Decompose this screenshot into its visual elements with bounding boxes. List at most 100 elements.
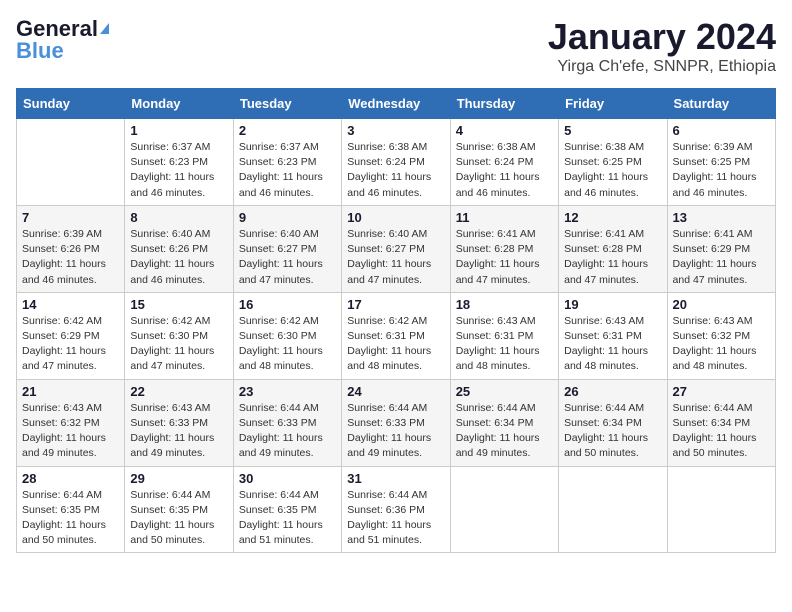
day-number: 20 — [673, 297, 770, 312]
calendar-cell: 30Sunrise: 6:44 AMSunset: 6:35 PMDayligh… — [233, 466, 341, 553]
day-header-friday: Friday — [559, 89, 667, 119]
day-header-tuesday: Tuesday — [233, 89, 341, 119]
day-number: 15 — [130, 297, 227, 312]
day-info: Sunrise: 6:38 AMSunset: 6:24 PMDaylight:… — [456, 140, 553, 201]
day-info: Sunrise: 6:39 AMSunset: 6:26 PMDaylight:… — [22, 227, 119, 288]
calendar-cell: 6 Sunrise: 6:39 AMSunset: 6:25 PMDaylight… — [667, 119, 775, 206]
day-header-saturday: Saturday — [667, 89, 775, 119]
day-info: Sunrise: 6:44 AMSunset: 6:35 PMDaylight:… — [130, 488, 227, 549]
day-number: 4 — [456, 123, 553, 138]
day-number: 31 — [347, 471, 444, 486]
day-info: Sunrise: 6:43 AMSunset: 6:32 PMDaylight:… — [673, 314, 770, 375]
day-info: Sunrise: 6:42 AMSunset: 6:30 PMDaylight:… — [239, 314, 336, 375]
month-title: January 2024 — [548, 16, 776, 58]
day-number: 9 — [239, 210, 336, 225]
day-header-wednesday: Wednesday — [342, 89, 450, 119]
day-number: 3 — [347, 123, 444, 138]
day-number: 24 — [347, 384, 444, 399]
day-info: Sunrise: 6:41 AMSunset: 6:28 PMDaylight:… — [564, 227, 661, 288]
calendar-cell: 5 Sunrise: 6:38 AMSunset: 6:25 PMDaylight… — [559, 119, 667, 206]
calendar-cell: 16 Sunrise: 6:42 AMSunset: 6:30 PMDayligh… — [233, 292, 341, 379]
day-info: Sunrise: 6:44 AMSunset: 6:34 PMDaylight:… — [456, 401, 553, 462]
day-number: 5 — [564, 123, 661, 138]
calendar-cell: 17 Sunrise: 6:42 AMSunset: 6:31 PMDayligh… — [342, 292, 450, 379]
day-info: Sunrise: 6:44 AMSunset: 6:33 PMDaylight:… — [347, 401, 444, 462]
day-info: Sunrise: 6:43 AMSunset: 6:33 PMDaylight:… — [130, 401, 227, 462]
day-info: Sunrise: 6:38 AMSunset: 6:25 PMDaylight:… — [564, 140, 661, 201]
day-info: Sunrise: 6:43 AMSunset: 6:31 PMDaylight:… — [564, 314, 661, 375]
logo: General Blue — [16, 16, 109, 64]
title-block: January 2024 Yirga Ch'efe, SNNPR, Ethiop… — [548, 16, 776, 76]
calendar-cell: 13Sunrise: 6:41 AMSunset: 6:29 PMDayligh… — [667, 205, 775, 292]
calendar-cell: 1 Sunrise: 6:37 AMSunset: 6:23 PMDaylight… — [125, 119, 233, 206]
day-number: 7 — [22, 210, 119, 225]
day-number: 16 — [239, 297, 336, 312]
calendar-cell — [17, 119, 125, 206]
calendar-cell: 14Sunrise: 6:42 AMSunset: 6:29 PMDayligh… — [17, 292, 125, 379]
calendar-cell: 31 Sunrise: 6:44 AMSunset: 6:36 PMDayligh… — [342, 466, 450, 553]
day-number: 21 — [22, 384, 119, 399]
calendar-cell: 9 Sunrise: 6:40 AMSunset: 6:27 PMDaylight… — [233, 205, 341, 292]
calendar-cell: 27 Sunrise: 6:44 AMSunset: 6:34 PMDayligh… — [667, 379, 775, 466]
calendar-week-row: 14Sunrise: 6:42 AMSunset: 6:29 PMDayligh… — [17, 292, 776, 379]
day-info: Sunrise: 6:40 AMSunset: 6:27 PMDaylight:… — [347, 227, 444, 288]
day-info: Sunrise: 6:44 AMSunset: 6:34 PMDaylight:… — [564, 401, 661, 462]
calendar-cell: 3Sunrise: 6:38 AMSunset: 6:24 PMDaylight… — [342, 119, 450, 206]
calendar-cell: 10 Sunrise: 6:40 AMSunset: 6:27 PMDayligh… — [342, 205, 450, 292]
day-number: 13 — [673, 210, 770, 225]
calendar-cell: 22Sunrise: 6:43 AMSunset: 6:33 PMDayligh… — [125, 379, 233, 466]
day-info: Sunrise: 6:44 AMSunset: 6:33 PMDaylight:… — [239, 401, 336, 462]
calendar-cell: 23 Sunrise: 6:44 AMSunset: 6:33 PMDayligh… — [233, 379, 341, 466]
day-number: 2 — [239, 123, 336, 138]
calendar-cell: 15Sunrise: 6:42 AMSunset: 6:30 PMDayligh… — [125, 292, 233, 379]
day-info: Sunrise: 6:44 AMSunset: 6:36 PMDaylight:… — [347, 488, 444, 549]
day-number: 28 — [22, 471, 119, 486]
day-info: Sunrise: 6:44 AMSunset: 6:35 PMDaylight:… — [239, 488, 336, 549]
day-info: Sunrise: 6:42 AMSunset: 6:29 PMDaylight:… — [22, 314, 119, 375]
calendar-cell: 26Sunrise: 6:44 AMSunset: 6:34 PMDayligh… — [559, 379, 667, 466]
day-info: Sunrise: 6:41 AMSunset: 6:28 PMDaylight:… — [456, 227, 553, 288]
day-number: 17 — [347, 297, 444, 312]
day-number: 27 — [673, 384, 770, 399]
day-number: 6 — [673, 123, 770, 138]
day-info: Sunrise: 6:44 AMSunset: 6:34 PMDaylight:… — [673, 401, 770, 462]
day-number: 8 — [130, 210, 227, 225]
logo-arrow-icon — [100, 23, 109, 34]
day-header-sunday: Sunday — [17, 89, 125, 119]
day-number: 25 — [456, 384, 553, 399]
day-number: 1 — [130, 123, 227, 138]
calendar-cell — [667, 466, 775, 553]
day-number: 19 — [564, 297, 661, 312]
day-number: 18 — [456, 297, 553, 312]
day-number: 23 — [239, 384, 336, 399]
calendar-cell: 12 Sunrise: 6:41 AMSunset: 6:28 PMDayligh… — [559, 205, 667, 292]
calendar-cell: 19 Sunrise: 6:43 AMSunset: 6:31 PMDayligh… — [559, 292, 667, 379]
calendar-cell: 8 Sunrise: 6:40 AMSunset: 6:26 PMDaylight… — [125, 205, 233, 292]
calendar-cell: 24 Sunrise: 6:44 AMSunset: 6:33 PMDayligh… — [342, 379, 450, 466]
calendar-cell: 7 Sunrise: 6:39 AMSunset: 6:26 PMDaylight… — [17, 205, 125, 292]
day-number: 12 — [564, 210, 661, 225]
calendar-cell — [450, 466, 558, 553]
calendar-week-row: 7 Sunrise: 6:39 AMSunset: 6:26 PMDaylight… — [17, 205, 776, 292]
calendar-cell: 18Sunrise: 6:43 AMSunset: 6:31 PMDayligh… — [450, 292, 558, 379]
day-info: Sunrise: 6:37 AMSunset: 6:23 PMDaylight:… — [130, 140, 227, 201]
calendar-cell: 20 Sunrise: 6:43 AMSunset: 6:32 PMDayligh… — [667, 292, 775, 379]
calendar-cell — [559, 466, 667, 553]
day-info: Sunrise: 6:40 AMSunset: 6:27 PMDaylight:… — [239, 227, 336, 288]
day-info: Sunrise: 6:43 AMSunset: 6:32 PMDaylight:… — [22, 401, 119, 462]
calendar-cell: 2 Sunrise: 6:37 AMSunset: 6:23 PMDaylight… — [233, 119, 341, 206]
day-info: Sunrise: 6:37 AMSunset: 6:23 PMDaylight:… — [239, 140, 336, 201]
day-header-monday: Monday — [125, 89, 233, 119]
calendar-cell: 11Sunrise: 6:41 AMSunset: 6:28 PMDayligh… — [450, 205, 558, 292]
day-info: Sunrise: 6:40 AMSunset: 6:26 PMDaylight:… — [130, 227, 227, 288]
day-info: Sunrise: 6:39 AMSunset: 6:25 PMDaylight:… — [673, 140, 770, 201]
calendar-header-row: SundayMondayTuesdayWednesdayThursdayFrid… — [17, 89, 776, 119]
calendar-table: SundayMondayTuesdayWednesdayThursdayFrid… — [16, 88, 776, 553]
calendar-week-row: 21 Sunrise: 6:43 AMSunset: 6:32 PMDayligh… — [17, 379, 776, 466]
day-info: Sunrise: 6:42 AMSunset: 6:31 PMDaylight:… — [347, 314, 444, 375]
calendar-cell: 29Sunrise: 6:44 AMSunset: 6:35 PMDayligh… — [125, 466, 233, 553]
calendar-cell: 25 Sunrise: 6:44 AMSunset: 6:34 PMDayligh… — [450, 379, 558, 466]
calendar-cell: 4 Sunrise: 6:38 AMSunset: 6:24 PMDaylight… — [450, 119, 558, 206]
header: General Blue January 2024 Yirga Ch'efe, … — [16, 16, 776, 76]
day-number: 10 — [347, 210, 444, 225]
